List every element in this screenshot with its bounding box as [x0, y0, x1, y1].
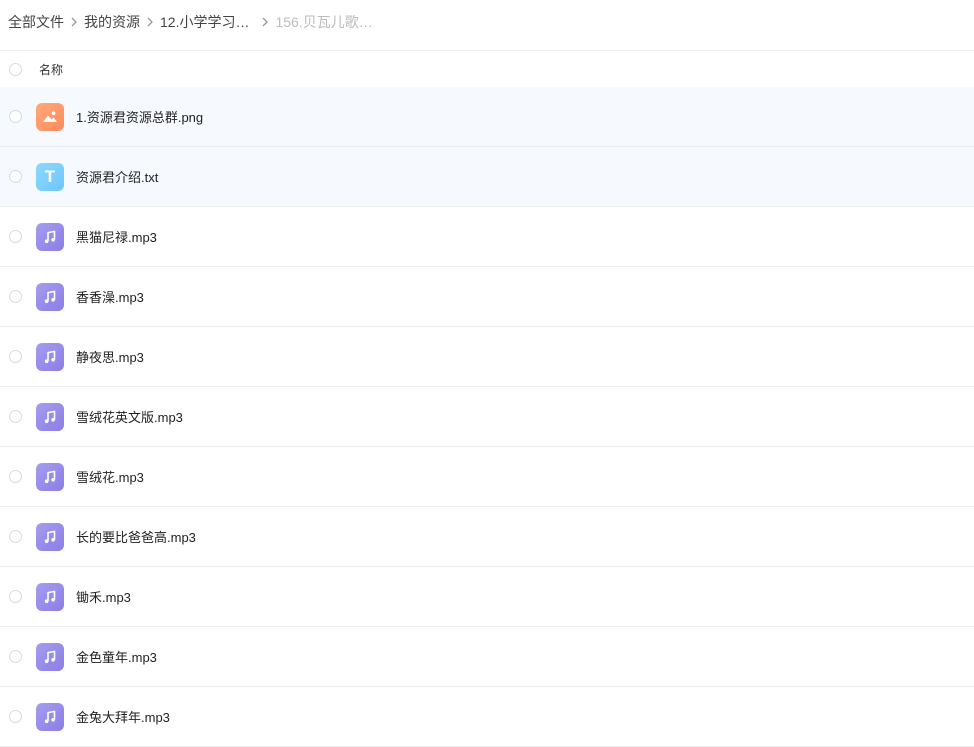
file-row-checkbox[interactable] — [9, 290, 22, 303]
file-row-checkbox[interactable] — [9, 470, 22, 483]
music-file-icon — [36, 702, 64, 731]
breadcrumb: 全部文件 我的资源 12.小学学习… 156.贝瓦儿歌… — [0, 0, 974, 44]
file-name[interactable]: 黑猫尼禄.mp3 — [76, 227, 157, 246]
image-file-icon — [36, 102, 64, 131]
file-row-checkbox[interactable] — [9, 230, 22, 243]
file-name[interactable]: 资源君介绍.txt — [76, 167, 158, 186]
file-name[interactable]: 金色童年.mp3 — [76, 647, 157, 666]
file-row[interactable]: 香香澡.mp3 — [0, 267, 974, 327]
file-row-checkbox[interactable] — [9, 410, 22, 423]
file-name[interactable]: 长的要比爸爸高.mp3 — [76, 527, 196, 546]
select-all-checkbox[interactable] — [9, 62, 22, 76]
file-row[interactable]: 金兔大拜年.mp3 — [0, 687, 974, 747]
file-name[interactable]: 雪绒花英文版.mp3 — [76, 407, 183, 426]
music-file-icon — [36, 342, 64, 371]
file-row-checkbox[interactable] — [9, 350, 22, 363]
file-row[interactable]: 1.资源君资源总群.png — [0, 87, 974, 147]
file-list: 1.资源君资源总群.png T 资源君介绍.txt 黑猫尼禄.mp3 香香澡.mp3 静夜… — [0, 87, 974, 747]
list-header: 名称 — [0, 51, 974, 87]
file-row-checkbox[interactable] — [9, 590, 22, 603]
file-row[interactable]: 长的要比爸爸高.mp3 — [0, 507, 974, 567]
file-row-checkbox[interactable] — [9, 650, 22, 663]
file-row[interactable]: T 资源君介绍.txt — [0, 147, 974, 207]
chevron-right-icon — [64, 16, 84, 28]
breadcrumb-my-resources[interactable]: 我的资源 — [84, 12, 140, 32]
music-file-icon — [36, 462, 64, 491]
music-file-icon — [36, 522, 64, 551]
file-row-checkbox[interactable] — [9, 170, 22, 183]
music-file-icon — [36, 642, 64, 671]
file-row-checkbox[interactable] — [9, 110, 22, 123]
file-name[interactable]: 雪绒花.mp3 — [76, 467, 144, 486]
music-file-icon — [36, 582, 64, 611]
music-file-icon — [36, 222, 64, 251]
file-row-checkbox[interactable] — [9, 530, 22, 543]
breadcrumb-current-folder: 156.贝瓦儿歌… — [275, 14, 373, 30]
file-row[interactable]: 雪绒花英文版.mp3 — [0, 387, 974, 447]
file-name[interactable]: 锄禾.mp3 — [76, 587, 131, 606]
file-row[interactable]: 雪绒花.mp3 — [0, 447, 974, 507]
music-file-icon — [36, 402, 64, 431]
chevron-right-icon — [140, 16, 160, 28]
file-row-checkbox[interactable] — [9, 710, 22, 723]
text-file-icon: T — [36, 162, 64, 191]
name-column-header[interactable]: 名称 — [39, 61, 63, 78]
chevron-right-icon — [255, 16, 275, 28]
file-name[interactable]: 金兔大拜年.mp3 — [76, 707, 170, 726]
file-name[interactable]: 1.资源君资源总群.png — [76, 107, 203, 126]
file-row[interactable]: 锄禾.mp3 — [0, 567, 974, 627]
file-row[interactable]: 静夜思.mp3 — [0, 327, 974, 387]
file-row[interactable]: 黑猫尼禄.mp3 — [0, 207, 974, 267]
file-name[interactable]: 静夜思.mp3 — [76, 347, 144, 366]
file-row[interactable]: 金色童年.mp3 — [0, 627, 974, 687]
breadcrumb-all-files[interactable]: 全部文件 — [8, 12, 64, 32]
music-file-icon — [36, 282, 64, 311]
text-file-letter: T — [44, 166, 56, 186]
file-name[interactable]: 香香澡.mp3 — [76, 287, 144, 306]
breadcrumb-primary-study[interactable]: 12.小学学习… — [160, 12, 249, 32]
